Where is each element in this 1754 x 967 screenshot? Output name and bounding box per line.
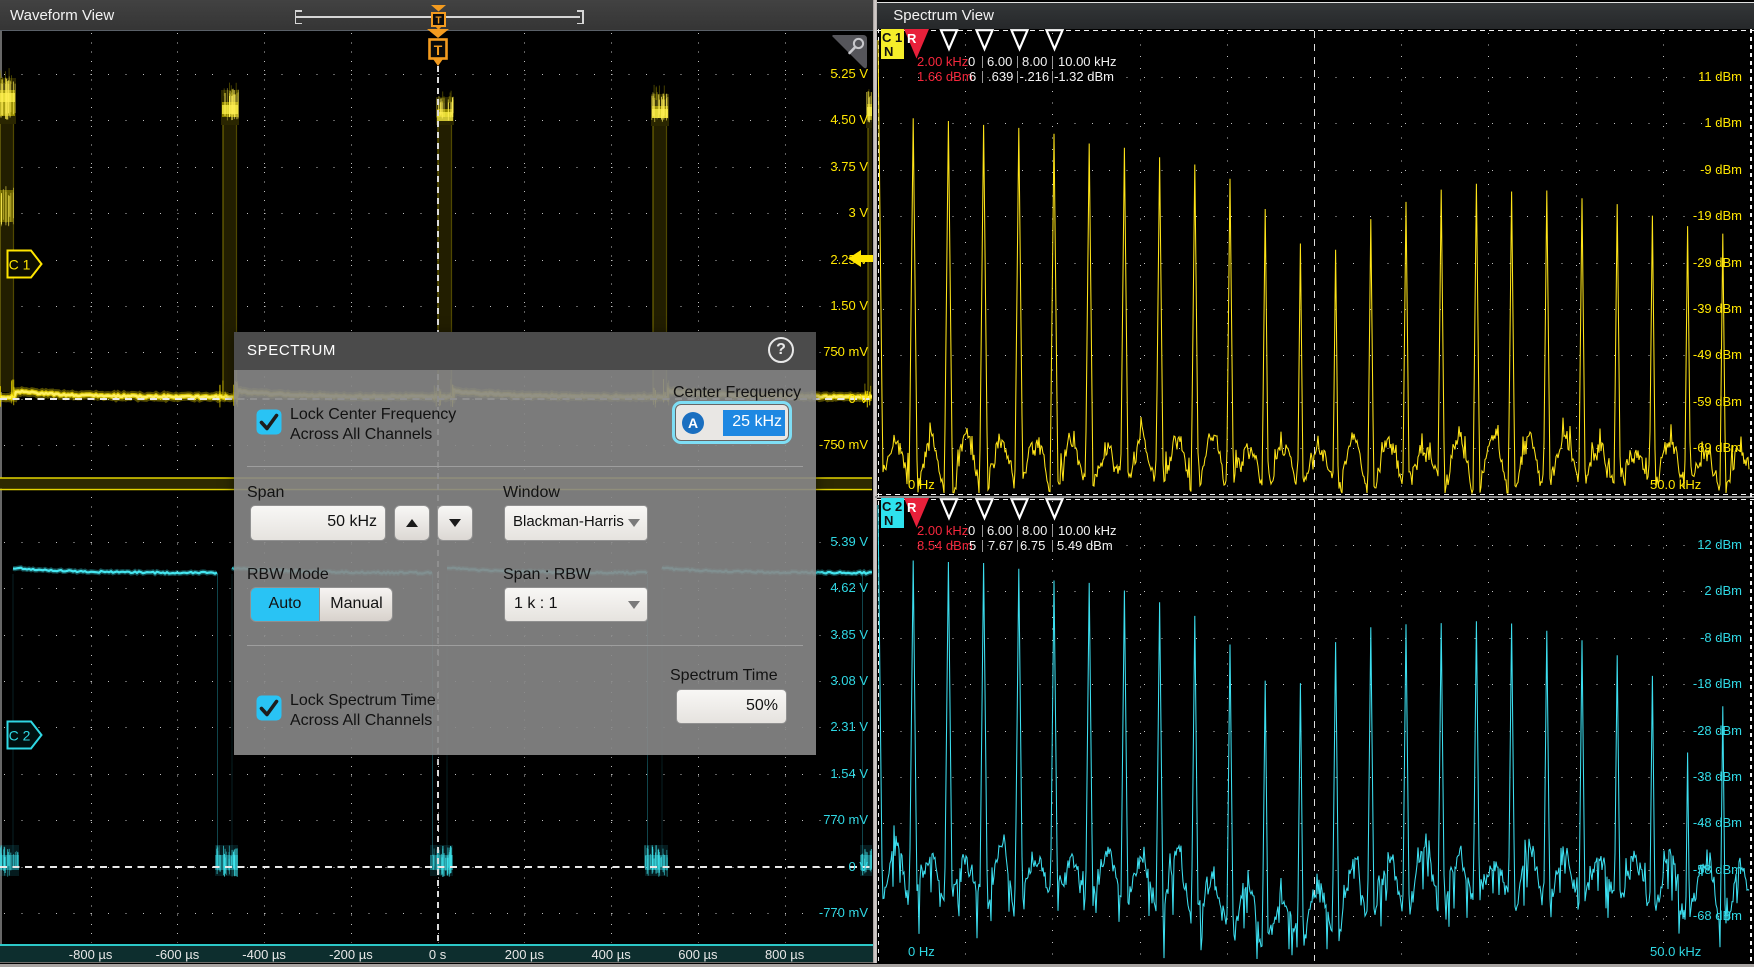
svg-text:C 1: C 1 xyxy=(9,257,31,273)
svg-text:T: T xyxy=(435,16,441,27)
svg-text:C 2: C 2 xyxy=(9,728,31,744)
svg-text:T: T xyxy=(434,42,443,58)
